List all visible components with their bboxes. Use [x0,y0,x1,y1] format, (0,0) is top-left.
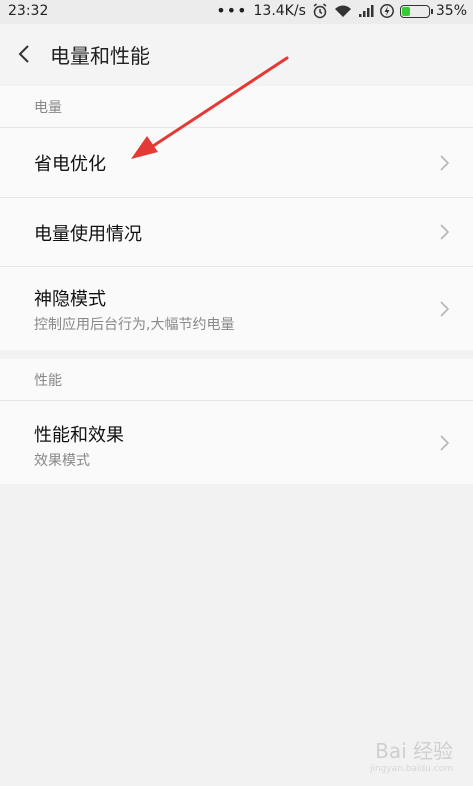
back-arrow-icon [18,45,29,63]
status-icons: ••• 13.4K/s 35% [216,1,467,20]
watermark-brand: Bai 经验 [375,739,453,763]
app-header: 电量和性能 [0,24,473,84]
list-item-title: 省电优化 [34,154,106,175]
list-item-battery-usage[interactable]: 电量使用情况 [0,198,473,267]
power-section: 电量 省电优化 电量使用情况 神隐模式 控制应用后台行为,大幅节约电量 [0,86,473,350]
network-speed: 13.4K/s [253,3,306,19]
chevron-right-icon [440,224,450,240]
wifi-icon [334,5,351,17]
watermark-url: jingyan.baidu.com [369,764,453,774]
back-button[interactable] [0,24,48,84]
section-header-performance: 性能 [0,359,473,401]
charging-icon [379,4,394,18]
list-item-subtitle: 控制应用后台行为,大幅节约电量 [34,317,235,333]
alarm-icon [313,3,327,19]
status-bar: 23:32 ••• 13.4K/s 35% [0,0,473,24]
list-item-power-saving[interactable]: 省电优化 [0,128,473,198]
list-item-performance-effects[interactable]: 性能和效果 效果模式 [0,401,473,484]
status-time: 23:32 [8,3,49,19]
list-item-title: 神隐模式 [34,289,106,310]
list-item-title: 性能和效果 [34,425,124,446]
more-notifications-icon: ••• [216,1,248,20]
chevron-right-icon [440,434,450,451]
section-header-power: 电量 [0,86,473,128]
signal-icon [358,5,374,17]
list-item-subtitle: 效果模式 [34,453,90,469]
battery-icon [399,4,433,18]
page-title: 电量和性能 [50,43,150,68]
battery-percent: 35% [435,3,467,19]
chevron-right-icon [440,300,450,317]
list-item-battery-saver-mode[interactable]: 神隐模式 控制应用后台行为,大幅节约电量 [0,267,473,350]
list-item-title: 电量使用情况 [34,224,142,245]
chevron-right-icon [440,154,450,171]
watermark: Bai 经验 jingyan.baidu.com [370,735,453,774]
performance-section: 性能 性能和效果 效果模式 [0,359,473,484]
